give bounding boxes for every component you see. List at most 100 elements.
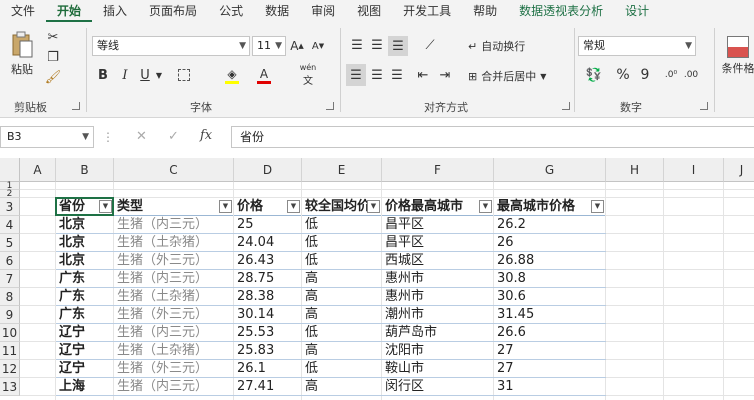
- tab-5[interactable]: 数据: [254, 0, 300, 22]
- table-cell[interactable]: 低: [302, 234, 381, 252]
- underline-button[interactable]: U: [136, 66, 154, 84]
- bold-button[interactable]: B: [94, 66, 112, 84]
- filter-dropdown-icon[interactable]: ▼: [367, 200, 380, 213]
- table-cell[interactable]: 低: [302, 252, 381, 270]
- table-cell[interactable]: 26: [494, 234, 605, 252]
- table-header-cell[interactable]: 价格最高城市: [382, 198, 493, 216]
- table-cell[interactable]: 生猪（内三元）: [114, 216, 233, 234]
- decrease-decimal-button[interactable]: .00: [682, 66, 700, 84]
- column-header-H[interactable]: H: [606, 158, 664, 182]
- tab-3[interactable]: 页面布局: [138, 0, 208, 22]
- table-cell[interactable]: 27: [494, 342, 605, 360]
- align-bottom-button[interactable]: ☰: [388, 36, 408, 56]
- table-cell[interactable]: 28.38: [234, 288, 301, 306]
- column-header-G[interactable]: G: [494, 158, 606, 182]
- table-cell[interactable]: 31.45: [494, 306, 605, 324]
- font-color-button[interactable]: A: [254, 64, 274, 86]
- font-size-select[interactable]: 11 ▼: [252, 36, 286, 56]
- table-cell[interactable]: 26.88: [494, 252, 605, 270]
- select-all-corner[interactable]: [0, 158, 20, 182]
- phonetic-button[interactable]: wén 文: [296, 63, 320, 87]
- filter-dropdown-icon[interactable]: ▼: [287, 200, 300, 213]
- table-cell[interactable]: 高: [302, 288, 381, 306]
- font-launcher-icon[interactable]: [326, 102, 334, 110]
- table-cell[interactable]: 广东: [56, 306, 113, 324]
- table-cell[interactable]: 辽宁: [56, 360, 113, 378]
- table-cell[interactable]: 生猪（外三元）: [114, 252, 233, 270]
- table-cell[interactable]: 26.1: [234, 360, 301, 378]
- filter-dropdown-icon[interactable]: ▼: [479, 200, 492, 213]
- increase-indent-button[interactable]: ⇥: [436, 66, 454, 84]
- table-cell[interactable]: 北京: [56, 234, 113, 252]
- table-cell[interactable]: 生猪（内三元）: [114, 324, 233, 342]
- fill-color-button[interactable]: ◈: [222, 64, 242, 86]
- number-format-select[interactable]: 常规 ▼: [578, 36, 696, 56]
- row-header-9[interactable]: 9: [0, 306, 20, 324]
- increase-font-button[interactable]: A ▲: [289, 36, 305, 56]
- borders-button[interactable]: [174, 66, 194, 84]
- table-cell[interactable]: 生猪（外三元）: [114, 306, 233, 324]
- increase-decimal-button[interactable]: .0⁰: [662, 66, 680, 84]
- number-launcher-icon[interactable]: [700, 102, 708, 110]
- row-header-4[interactable]: 4: [0, 216, 20, 234]
- table-cell[interactable]: 高: [302, 378, 381, 396]
- column-header-A[interactable]: A: [20, 158, 56, 182]
- table-cell[interactable]: 30.14: [234, 306, 301, 324]
- italic-button[interactable]: I: [116, 66, 134, 84]
- table-cell[interactable]: 26.43: [234, 252, 301, 270]
- align-top-button[interactable]: ☰: [348, 36, 366, 54]
- tab-4[interactable]: 公式: [208, 0, 254, 22]
- filter-dropdown-icon[interactable]: ▼: [99, 200, 112, 213]
- table-cell[interactable]: 生猪（土杂猪）: [114, 288, 233, 306]
- filter-dropdown-icon[interactable]: ▼: [219, 200, 232, 213]
- tab-9[interactable]: 帮助: [462, 0, 508, 22]
- table-cell[interactable]: 30.8: [494, 270, 605, 288]
- table-cell[interactable]: 辽宁: [56, 324, 113, 342]
- name-box[interactable]: B3 ▼: [0, 126, 94, 148]
- table-cell[interactable]: 生猪（内三元）: [114, 270, 233, 288]
- filter-dropdown-icon[interactable]: ▼: [591, 200, 604, 213]
- table-cell[interactable]: 惠州市: [382, 270, 493, 288]
- table-cell[interactable]: 25.83: [234, 342, 301, 360]
- table-cell[interactable]: 30.6: [494, 288, 605, 306]
- decrease-indent-button[interactable]: ⇤: [414, 66, 432, 84]
- table-cell[interactable]: 生猪（土杂猪）: [114, 342, 233, 360]
- column-header-E[interactable]: E: [302, 158, 382, 182]
- table-cell[interactable]: 25.53: [234, 324, 301, 342]
- table-cell[interactable]: 生猪（土杂猪）: [114, 234, 233, 252]
- table-cell[interactable]: 高: [302, 342, 381, 360]
- align-middle-button[interactable]: ☰: [368, 36, 386, 54]
- table-cell[interactable]: 低: [302, 324, 381, 342]
- row-header-7[interactable]: 7: [0, 270, 20, 288]
- paste-button[interactable]: 粘贴: [6, 28, 38, 80]
- copy-button[interactable]: ❐: [44, 48, 62, 66]
- table-cell[interactable]: 沈阳市: [382, 342, 493, 360]
- comma-style-button[interactable]: 9: [636, 66, 654, 84]
- row-header-3[interactable]: 3: [0, 198, 20, 216]
- table-cell[interactable]: 28.75: [234, 270, 301, 288]
- format-painter-button[interactable]: 🖌: [44, 68, 62, 86]
- column-header-C[interactable]: C: [114, 158, 234, 182]
- table-cell[interactable]: 生猪（外三元）: [114, 360, 233, 378]
- merge-center-button[interactable]: ⊞ 合并后居中 ▼: [468, 66, 568, 86]
- row-header-12[interactable]: 12: [0, 360, 20, 378]
- row-header-5[interactable]: 5: [0, 234, 20, 252]
- tab-1[interactable]: 开始: [46, 0, 93, 22]
- table-cell[interactable]: 潮州市: [382, 306, 493, 324]
- row-header-6[interactable]: 6: [0, 252, 20, 270]
- name-box-resize-icon[interactable]: ⋮: [102, 130, 114, 144]
- align-center-button[interactable]: ☰: [368, 66, 386, 84]
- row-header-10[interactable]: 10: [0, 324, 20, 342]
- table-cell[interactable]: 27: [494, 360, 605, 378]
- insert-function-icon[interactable]: fx: [200, 128, 212, 143]
- table-cell[interactable]: 高: [302, 306, 381, 324]
- row-header-2[interactable]: 2: [0, 190, 20, 199]
- tab-8[interactable]: 开发工具: [392, 0, 462, 22]
- conditional-format-button[interactable]: 条件格: [718, 30, 754, 82]
- table-header-cell[interactable]: 类型: [114, 198, 233, 216]
- align-left-button[interactable]: ☰: [346, 64, 366, 86]
- alignment-launcher-icon[interactable]: [562, 102, 570, 110]
- tab-2[interactable]: 插入: [92, 0, 138, 22]
- table-cell[interactable]: 广东: [56, 270, 113, 288]
- table-cell[interactable]: 低: [302, 216, 381, 234]
